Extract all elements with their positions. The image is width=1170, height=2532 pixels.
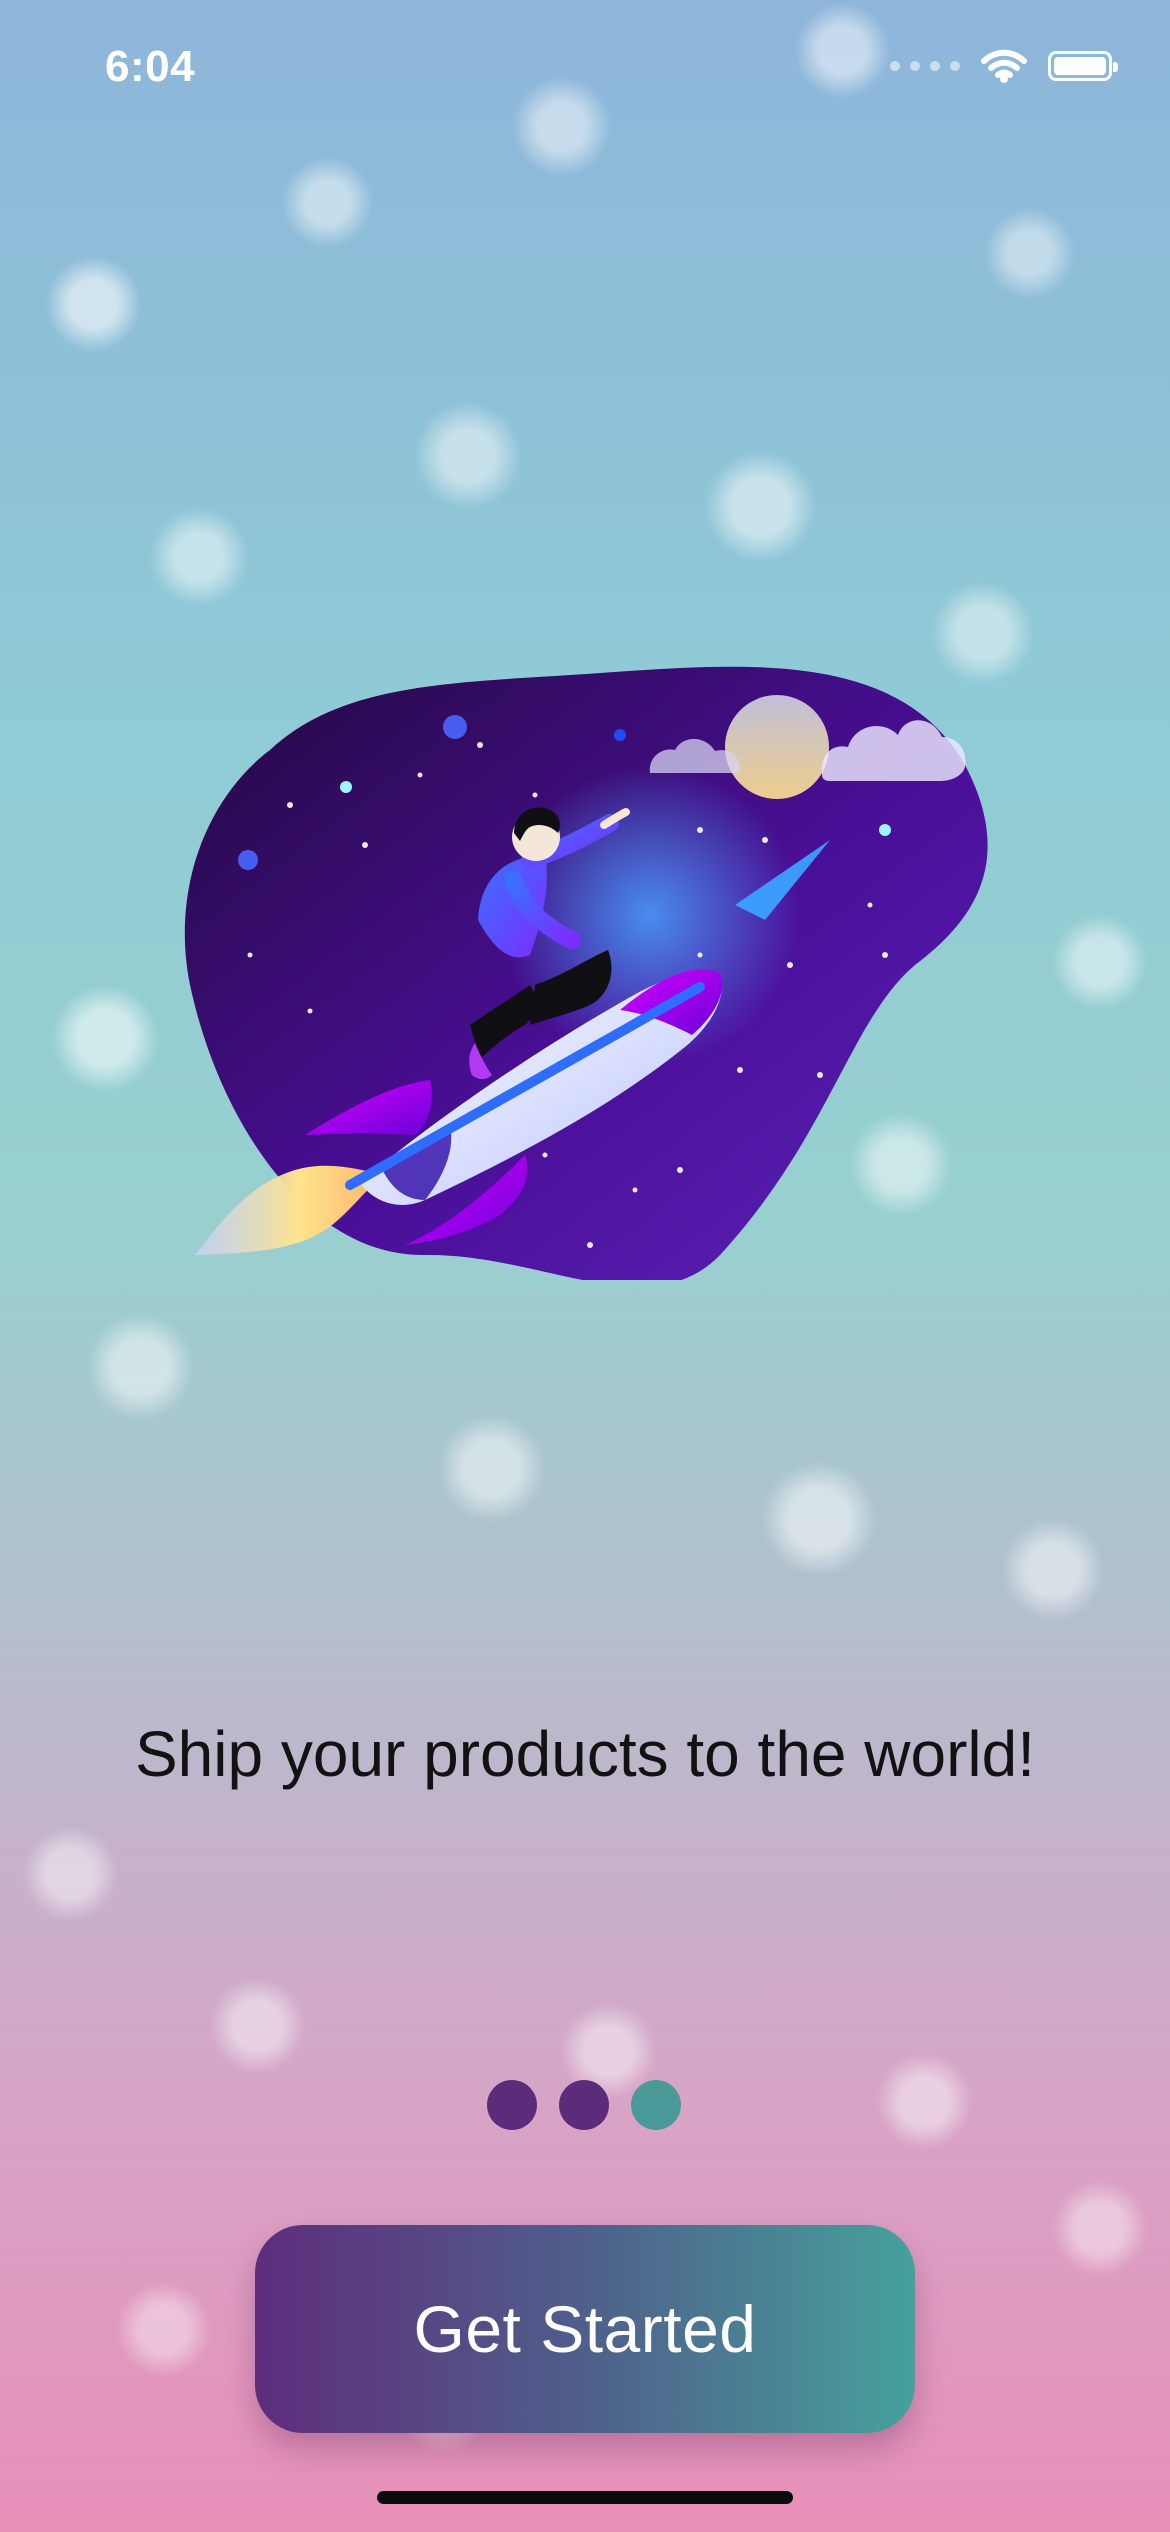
status-bar: 6:04: [0, 0, 1170, 140]
page-indicator-dot-1[interactable]: [487, 2080, 537, 2130]
page-indicator-dot-3-active[interactable]: [631, 2080, 681, 2130]
page-indicator: [487, 2080, 681, 2130]
rocket-illustration: [184, 666, 988, 1280]
status-icons: [890, 48, 1118, 84]
onboarding-headline: Ship your products to the world!: [134, 1718, 1036, 1790]
get-started-button[interactable]: Get Started: [255, 2225, 915, 2433]
home-indicator[interactable]: [377, 2491, 793, 2504]
cellular-signal-icon: [890, 61, 960, 71]
moon: [725, 695, 829, 799]
status-time: 6:04: [105, 42, 196, 91]
page-indicator-dot-2[interactable]: [559, 2080, 609, 2130]
wifi-icon: [981, 49, 1027, 83]
battery-icon: [1048, 51, 1118, 81]
